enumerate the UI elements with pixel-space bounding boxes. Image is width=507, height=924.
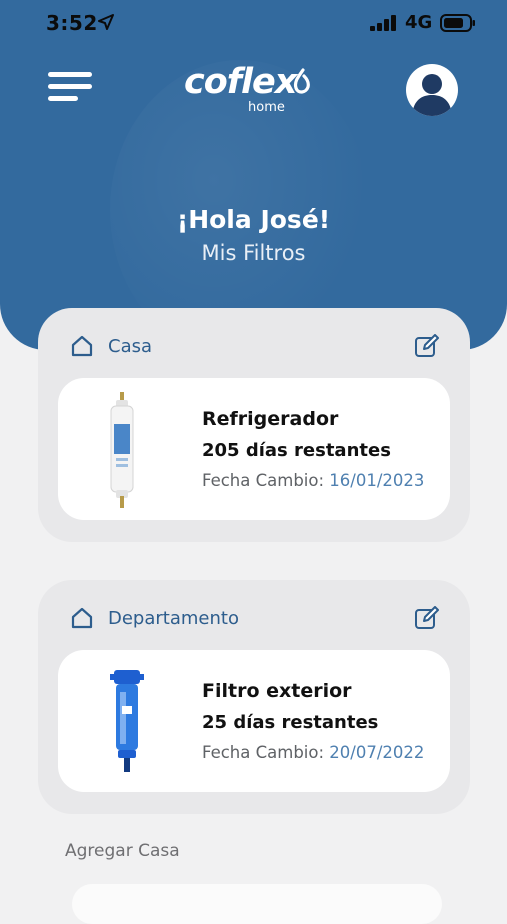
refrigerator-filter-image: [110, 392, 134, 508]
app-header: [0, 0, 507, 350]
logo-drop-icon: [293, 68, 310, 94]
network-type: 4G: [405, 12, 433, 33]
group-departamento: Departamento Filtro exterior 25 días res…: [38, 580, 470, 814]
change-date-label: Fecha Cambio:: [202, 743, 325, 762]
filter-card-refrigerador[interactable]: Refrigerador 205 días restantes Fecha Ca…: [58, 378, 450, 520]
menu-icon[interactable]: [48, 72, 92, 104]
greeting-text: ¡Hola José!: [176, 205, 331, 234]
change-date-row: Fecha Cambio: 16/01/2023: [202, 471, 424, 490]
signal-icon: [370, 15, 396, 31]
filter-name: Refrigerador: [202, 408, 339, 430]
edit-icon[interactable]: [414, 606, 440, 630]
exterior-filter-image: [110, 670, 144, 772]
change-date-value: 16/01/2023: [329, 471, 425, 490]
filter-card-exterior[interactable]: Filtro exterior 25 días restantes Fecha …: [58, 650, 450, 792]
home-icon: [71, 607, 93, 629]
filter-name: Filtro exterior: [202, 680, 352, 702]
add-house-card[interactable]: [72, 884, 442, 924]
days-remaining: 205 días restantes: [202, 440, 391, 461]
page-subtitle: Mis Filtros: [201, 241, 306, 265]
logo-text: coflex: [184, 62, 297, 102]
user-avatar-icon[interactable]: [406, 64, 458, 116]
group-casa: Casa Refrigerador 205 días restantes Fec…: [38, 308, 470, 542]
days-remaining: 25 días restantes: [202, 712, 379, 733]
change-date-label: Fecha Cambio:: [202, 471, 325, 490]
edit-icon[interactable]: [414, 334, 440, 358]
group-title: Casa: [108, 336, 153, 357]
change-date-row: Fecha Cambio: 20/07/2022: [202, 743, 424, 762]
coflex-logo: coflex home: [178, 62, 328, 122]
change-date-value: 20/07/2022: [329, 743, 425, 762]
location-arrow-icon: [98, 14, 114, 30]
battery-icon: [440, 14, 475, 32]
add-house-label: Agregar Casa: [65, 841, 180, 861]
logo-subtext: home: [248, 100, 285, 115]
group-title: Departamento: [108, 608, 239, 629]
status-time: 3:52: [46, 11, 98, 35]
status-bar: 3:52 4G: [0, 0, 507, 46]
home-icon: [71, 335, 93, 357]
avatar-figure: [412, 74, 452, 116]
